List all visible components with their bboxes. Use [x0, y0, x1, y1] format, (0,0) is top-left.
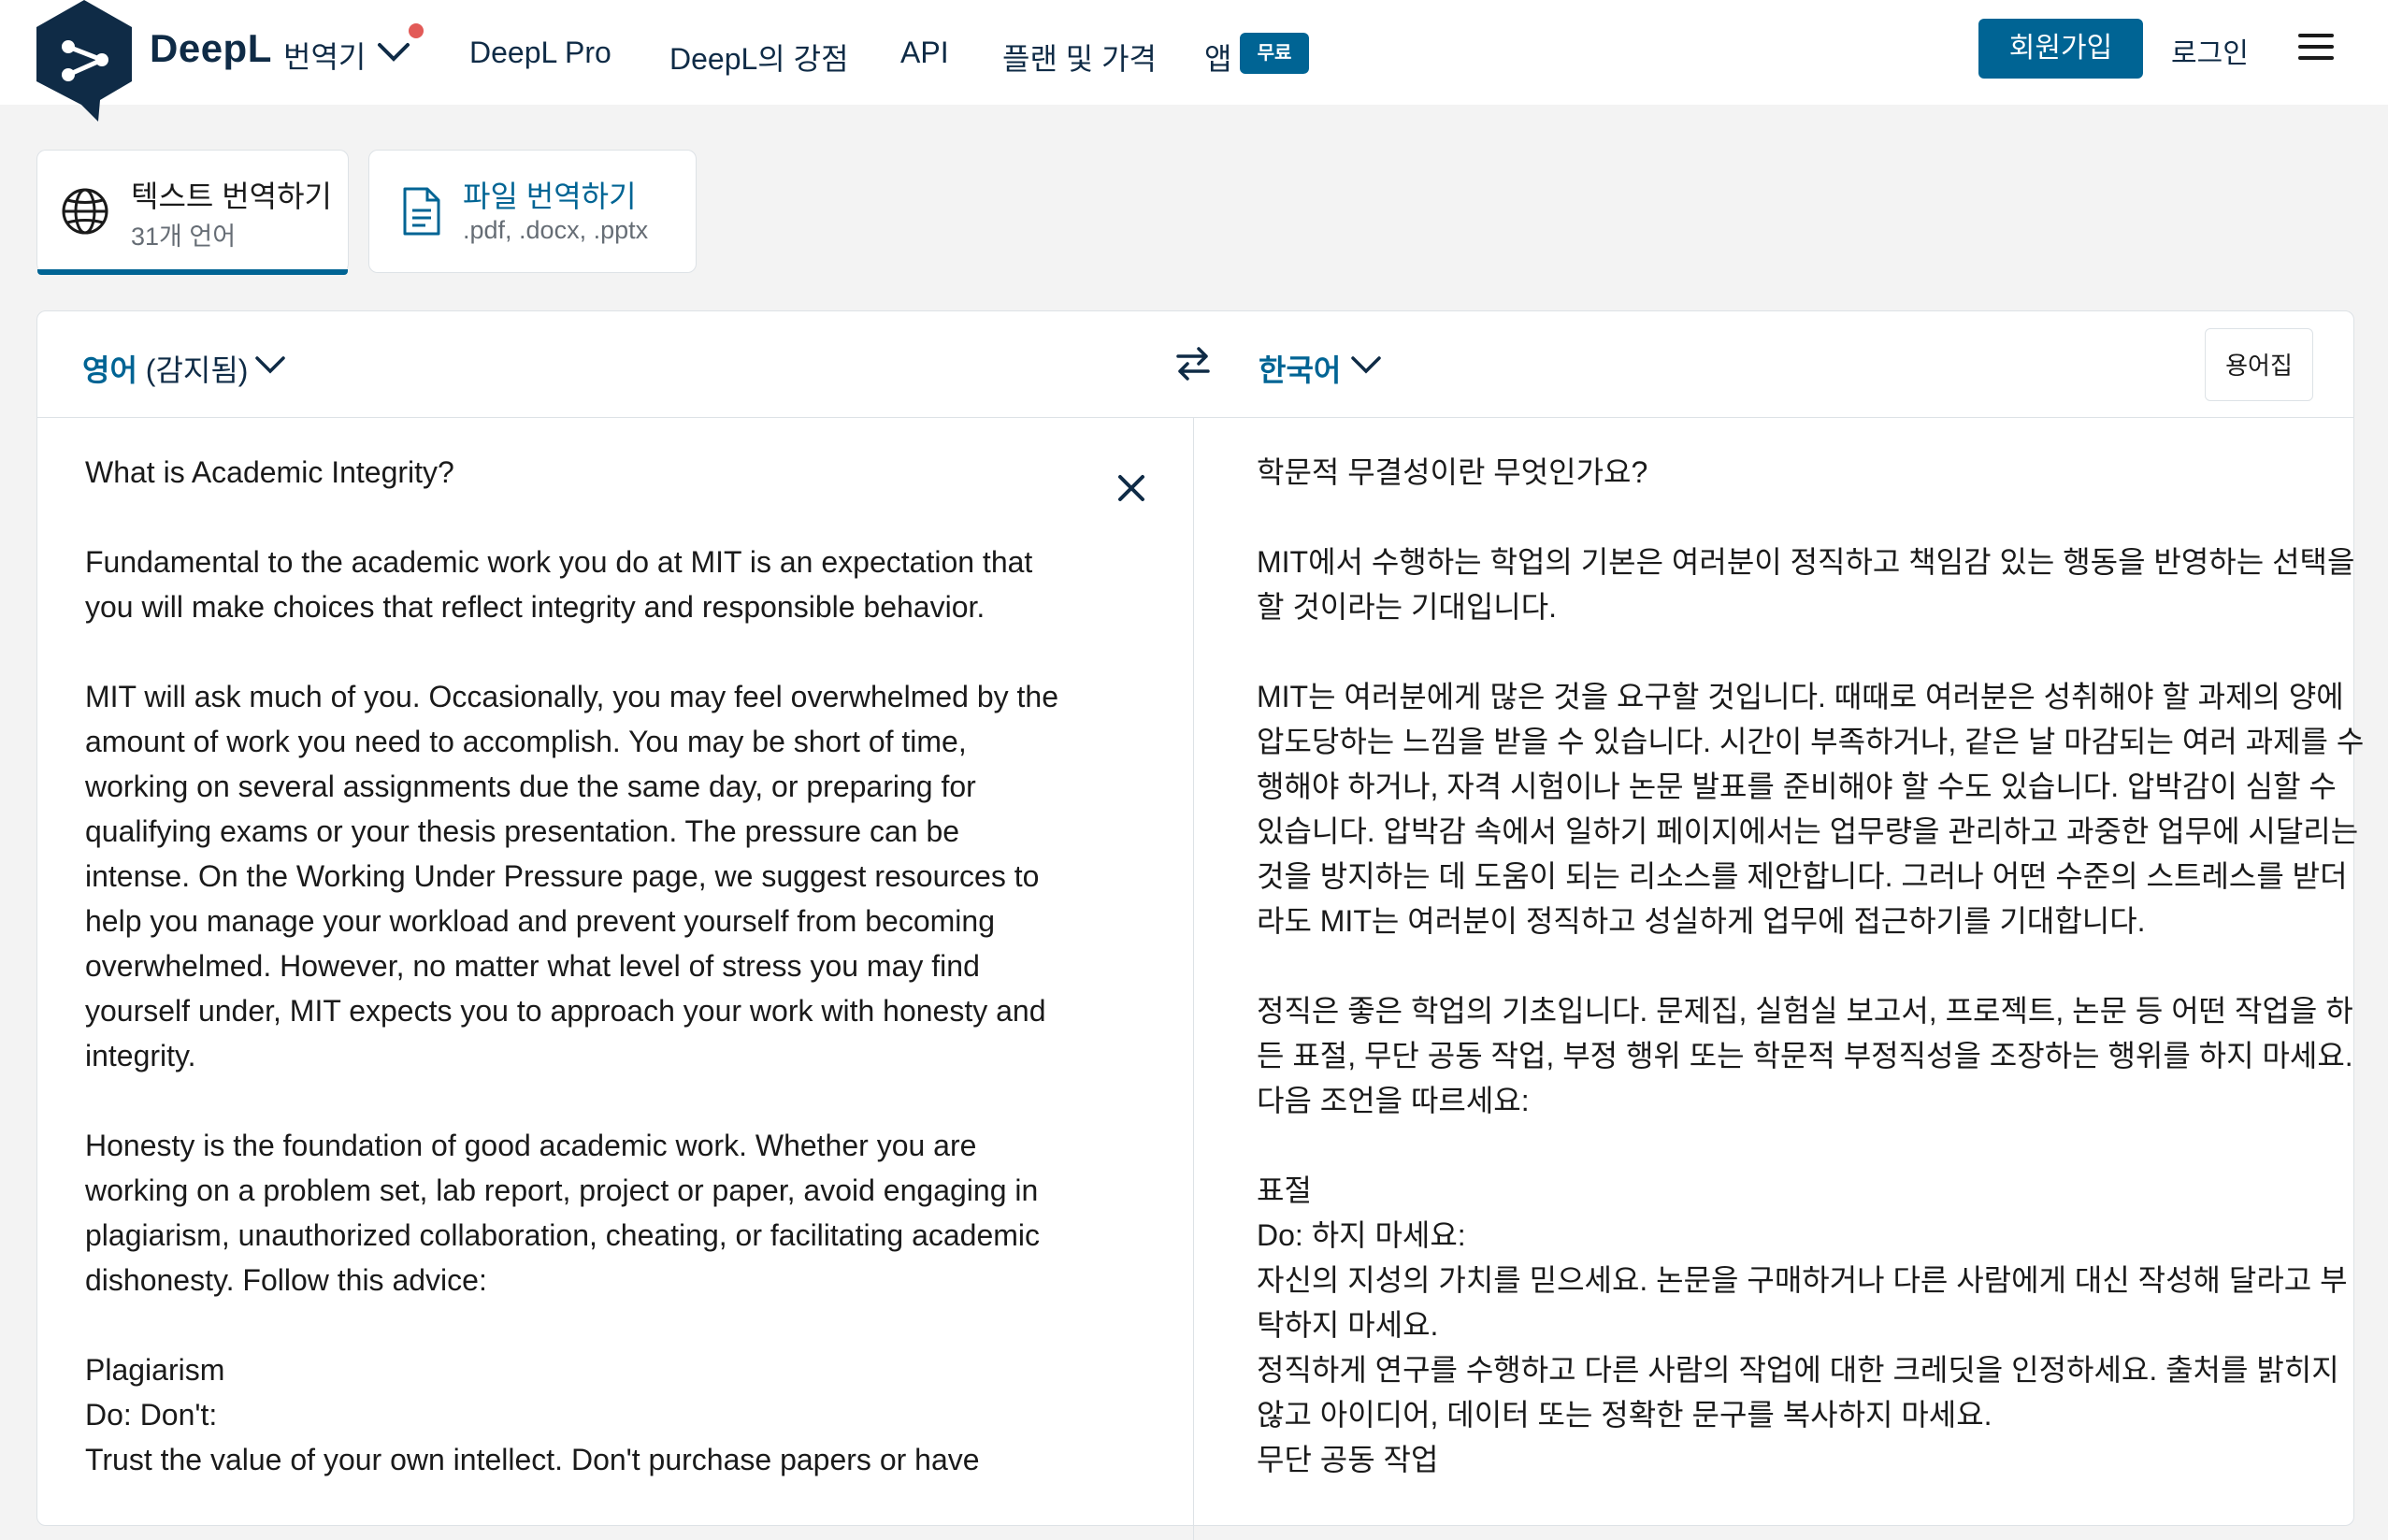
chevron-down-icon[interactable]	[254, 353, 286, 377]
source-paragraph: What is Academic Integrity?	[85, 450, 1132, 495]
text-line: yourself under, MIT expects you to appro…	[85, 994, 1046, 1028]
text-line: Fundamental to the academic work you do …	[85, 545, 1033, 579]
text-line: 정직은 좋은 학업의 기초입니다. 문제집, 실험실 보고서, 프로젝트, 논문…	[1257, 994, 2353, 1028]
nav-link-api[interactable]: API	[900, 36, 949, 70]
text-line: plagiarism, unauthorized collaboration, …	[85, 1218, 1041, 1252]
text-line: 않고 아이디어, 데이터 또는 정확한 문구를 복사하지 마세요.	[1257, 1398, 1992, 1432]
target-paragraph: MIT는 여러분에게 많은 것을 요구할 것입니다. 때때로 여러분은 성취해야…	[1257, 674, 2365, 943]
login-link[interactable]: 로그인	[2171, 30, 2249, 71]
text-line: 행해야 하거나, 자격 시험이나 논문 발표를 준비해야 할 수도 있습니다. …	[1257, 770, 2337, 803]
tab-title: 텍스트 번역하기	[131, 180, 332, 213]
nav-link-apps[interactable]: 앱	[1204, 36, 1231, 79]
pane-divider	[1193, 418, 1194, 1540]
target-paragraph: MIT에서 수행하는 학업의 기본은 여러분이 정직하고 책임감 있는 행동을 …	[1257, 540, 2355, 629]
translation-output: 학문적 무결성이란 무엇인가요? MIT에서 수행하는 학업의 기본은 여러분이 …	[1257, 450, 2365, 1527]
text-line: working on a problem set, lab report, pr…	[85, 1173, 1039, 1207]
glossary-button[interactable]: 용어집	[2205, 328, 2313, 401]
nav-link-deepl-pro[interactable]: DeepL Pro	[469, 36, 611, 70]
text-line: Do: 하지 마세요:	[1257, 1218, 1466, 1252]
source-text-input[interactable]: What is Academic Integrity? Fundamental t…	[85, 450, 1132, 1527]
document-icon	[403, 187, 440, 236]
text-line: Plagiarism	[85, 1353, 225, 1387]
swap-languages-icon[interactable]	[1172, 343, 1214, 384]
text-line: 다음 조언을 따르세요:	[1257, 1084, 1530, 1117]
translator-panel: 영어 (감지됨) 한국어 용어집 What is Academic Integr…	[36, 310, 2365, 1540]
source-paragraph: Fundamental to the academic work you do …	[85, 540, 1132, 629]
brand-name[interactable]: DeepL	[150, 26, 272, 71]
text-line: amount of work you need to accomplish. Y…	[85, 725, 967, 758]
text-line: 것을 방지하는 데 도움이 되는 리소스를 제안합니다. 그러나 어떤 수준의 …	[1257, 859, 2348, 893]
text-line: dishonesty. Follow this advice:	[85, 1263, 487, 1297]
signup-button[interactable]: 회원가입	[1978, 19, 2143, 79]
source-language-selector[interactable]: 영어 (감지됨)	[82, 347, 248, 390]
text-line: 무단 공동 작업	[1257, 1443, 1439, 1476]
source-paragraph: MIT will ask much of you. Occasionally, …	[85, 674, 1132, 1078]
active-tab-indicator	[37, 269, 348, 275]
text-line: 탁하지 마세요.	[1257, 1308, 1439, 1342]
tab-subtitle: 31개 언어	[131, 223, 237, 251]
target-paragraph: 정직은 좋은 학업의 기초입니다. 문제집, 실험실 보고서, 프로젝트, 논문…	[1257, 988, 2353, 1123]
tab-subtitle: .pdf, .docx, .pptx	[463, 216, 649, 244]
source-paragraph: Plagiarism Do: Don't: Trust the value of y…	[85, 1347, 1132, 1482]
text-line: 표절	[1257, 1173, 1312, 1207]
globe-icon	[62, 188, 108, 235]
nav-link-why-deepl[interactable]: DeepL의 강점	[669, 36, 849, 79]
target-paragraph: 학문적 무결성이란 무엇인가요?	[1257, 450, 2332, 495]
free-badge: 무료	[1240, 33, 1309, 74]
source-language-name: 영어	[82, 353, 137, 387]
tab-translate-text[interactable]: 텍스트 번역하기 31개 언어	[36, 150, 349, 275]
text-line: Honesty is the foundation of good academ…	[85, 1129, 977, 1162]
text-line: working on several assignments due the s…	[85, 770, 976, 803]
text-line: 압도당하는 느낌을 받을 수 있습니다. 시간이 부족하거나, 같은 날 마감되…	[1257, 725, 2365, 758]
language-bar: 영어 (감지됨) 한국어 용어집	[37, 311, 2353, 418]
text-line: integrity.	[85, 1039, 196, 1072]
text-line: MIT에서 수행하는 학업의 기본은 여러분이 정직하고 책임감 있는 행동을 …	[1257, 545, 2355, 579]
brand-product-label[interactable]: 번역기	[283, 34, 366, 77]
text-line: 정직하게 연구를 수행하고 다른 사람의 작업에 대한 크레딧을 인정하세요. …	[1257, 1353, 2339, 1387]
text-line: 든 표절, 무단 공동 작업, 부정 행위 또는 학문적 부정직성을 조장하는 …	[1257, 1039, 2353, 1072]
text-line: 있습니다. 압박감 속에서 일하기 페이지에서는 업무량을 관리하고 과중한 업…	[1257, 814, 2359, 848]
top-navigation: DeepL 번역기 DeepL Pro DeepL의 강점 API 플랜 및 가…	[0, 0, 2388, 122]
text-line: What is Academic Integrity?	[85, 455, 454, 489]
tab-title: 파일 번역하기	[463, 180, 637, 213]
notification-dot	[409, 23, 424, 38]
text-line: you will make choices that reflect integ…	[85, 590, 985, 624]
hamburger-menu-icon[interactable]	[2298, 32, 2334, 62]
text-line: intense. On the Working Under Pressure p…	[85, 859, 1040, 893]
text-line: Do: Don't:	[85, 1398, 218, 1432]
text-line: 자신의 지성의 가치를 믿으세요. 논문을 구매하거나 다른 사람에게 대신 작…	[1257, 1263, 2348, 1297]
source-paragraph: Honesty is the foundation of good academ…	[85, 1123, 1132, 1303]
chevron-down-icon[interactable]	[1350, 353, 1382, 377]
target-language-selector[interactable]: 한국어	[1259, 347, 1341, 390]
text-line: 할 것이라는 기대입니다.	[1257, 590, 1558, 624]
text-line: help you manage your workload and preven…	[85, 904, 995, 938]
text-line: qualifying exams or your thesis presenta…	[85, 814, 960, 848]
text-line: MIT는 여러분에게 많은 것을 요구할 것입니다. 때때로 여러분은 성취해야…	[1257, 680, 2344, 713]
text-line: 학문적 무결성이란 무엇인가요?	[1257, 455, 1648, 489]
deepl-logo-icon[interactable]	[35, 0, 134, 122]
tab-translate-files[interactable]: 파일 번역하기 .pdf, .docx, .pptx	[368, 150, 697, 273]
detected-label: (감지됨)	[145, 353, 249, 387]
chevron-down-icon[interactable]	[376, 37, 411, 65]
text-line: Trust the value of your own intellect. D…	[85, 1443, 980, 1476]
target-paragraph: 표절 Do: 하지 마세요: 자신의 지성의 가치를 믿으세요. 논문을 구매하거나…	[1257, 1168, 2348, 1482]
nav-link-pricing[interactable]: 플랜 및 가격	[1002, 36, 1157, 79]
text-line: overwhelmed. However, no matter what lev…	[85, 949, 980, 983]
text-line: 라도 MIT는 여러분이 정직하고 성실하게 업무에 접근하기를 기대합니다.	[1257, 904, 2146, 938]
text-line: MIT will ask much of you. Occasionally, …	[85, 680, 1059, 713]
